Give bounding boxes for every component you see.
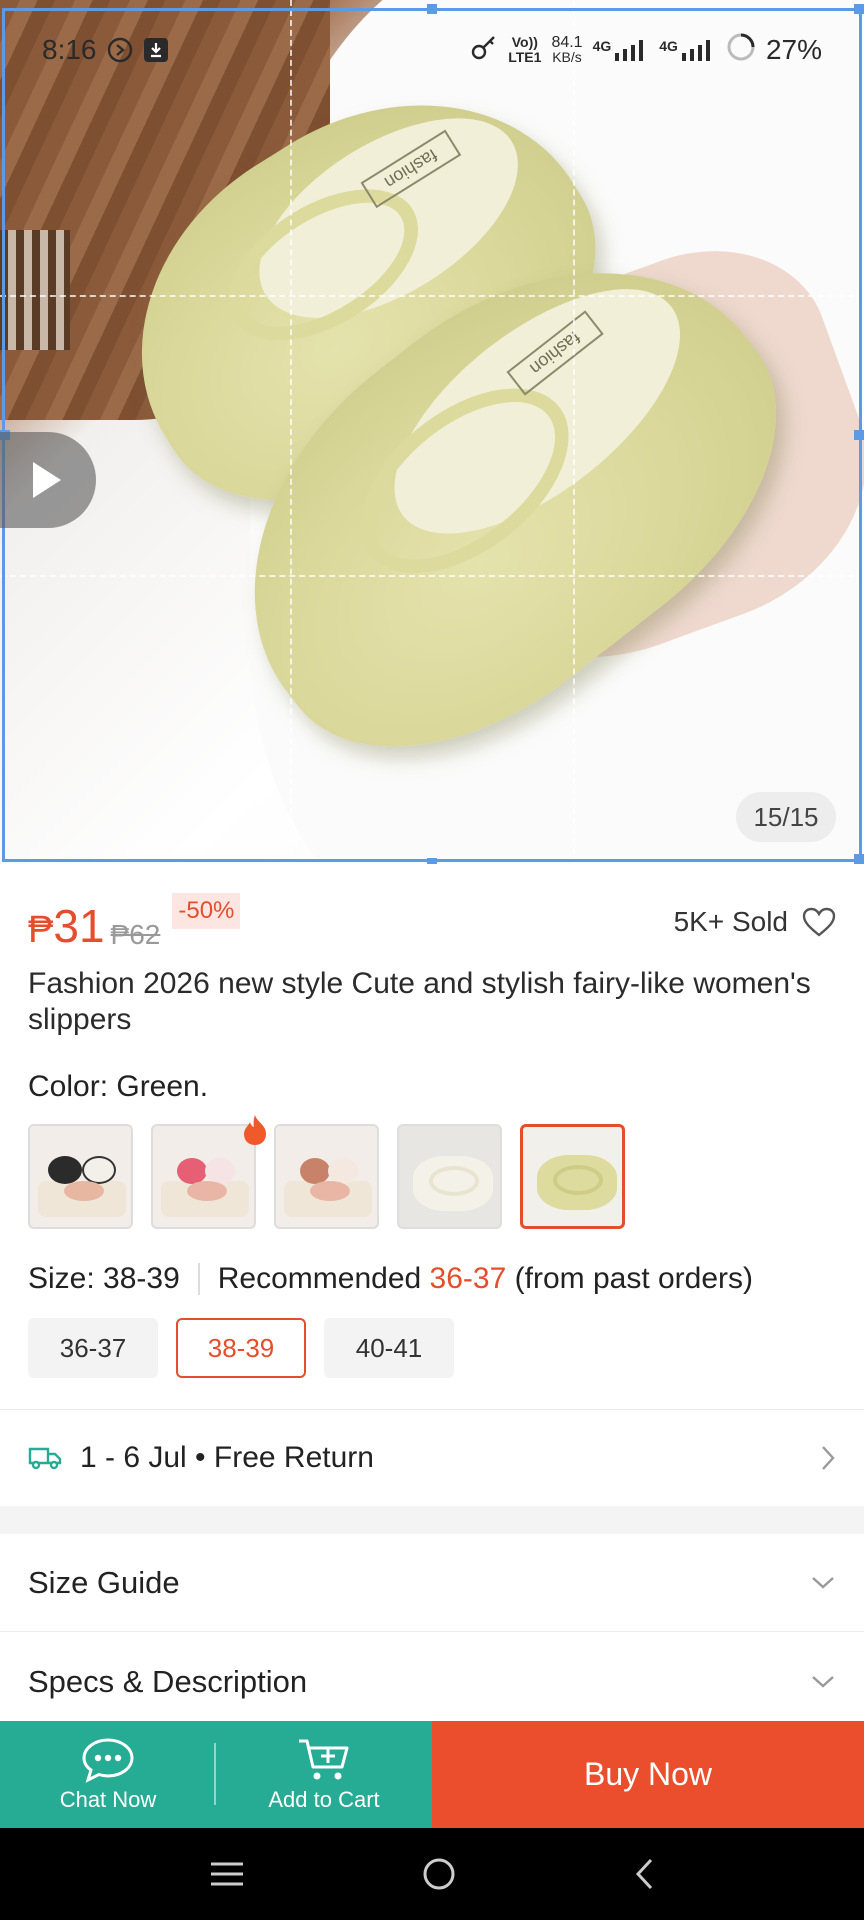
color-swatch-selected[interactable] (520, 1124, 625, 1229)
product-image[interactable]: fashion fashion (0, 0, 864, 864)
status-time: 8:16 (42, 34, 97, 65)
size-row: Size: 38-39 Recommended 36-37 (from past… (28, 1262, 848, 1296)
heart-icon[interactable] (802, 907, 836, 937)
loading-icon (726, 32, 756, 69)
color-label: Color: Green. (28, 1070, 209, 1103)
size-guide-row[interactable]: Size Guide (0, 1534, 864, 1632)
sold-count-row: 5K+ Sold (674, 906, 836, 938)
image-counter: 15/15 (736, 792, 836, 842)
cart-icon (299, 1739, 349, 1779)
battery-level: 27% (765, 34, 822, 65)
size-option-selected[interactable]: 38-39 (176, 1318, 306, 1378)
size-divider (197, 1263, 200, 1295)
back-icon[interactable] (633, 1857, 655, 1891)
sold-count: 5K+ Sold (673, 906, 788, 937)
menu-icon[interactable] (209, 1860, 245, 1888)
chat-now-button[interactable]: Chat Now (0, 1721, 216, 1828)
specs-label: Specs & Description (28, 1663, 308, 1699)
size-options: 36-37 38-39 40-41 (28, 1318, 454, 1378)
recommended-size: 36-37 (429, 1262, 507, 1295)
status-bar: 8:16 Vo)) LTE1 84.1 KB/s 4G 4G 27% (0, 0, 864, 100)
system-nav-bar (0, 1828, 864, 1920)
chat-now-label: Chat Now (59, 1786, 157, 1812)
buy-now-button[interactable]: Buy Now (432, 1721, 864, 1828)
discount-badge: -50% (172, 893, 241, 929)
volte-indicator: Vo)) LTE1 (508, 34, 542, 65)
crop-frame[interactable] (2, 8, 862, 862)
recommend-prefix: Recommended (217, 1262, 422, 1295)
crop-handle-bottom-right[interactable] (854, 854, 864, 864)
network-speed: 84.1 KB/s (551, 34, 583, 65)
color-swatch[interactable] (397, 1124, 502, 1229)
color-swatches (28, 1124, 625, 1229)
delivery-row[interactable]: 1 - 6 Jul • Free Return (0, 1410, 864, 1505)
color-swatch[interactable] (274, 1124, 379, 1229)
product-title: Fashion 2026 new style Cute and stylish … (28, 967, 811, 1036)
download-icon (143, 37, 169, 63)
action-divider (214, 1743, 216, 1805)
section-gap (0, 1506, 864, 1534)
delivery-text: 1 - 6 Jul • Free Return (80, 1440, 374, 1474)
size-option[interactable]: 40-41 (324, 1318, 454, 1378)
color-swatch[interactable] (151, 1124, 256, 1229)
crop-handle-bottom[interactable] (427, 858, 437, 864)
original-price: ₱62 (110, 919, 161, 950)
recommend-suffix: (from past orders) (514, 1262, 754, 1295)
play-icon (33, 462, 61, 498)
size-label: Size: 38-39 (28, 1262, 180, 1295)
add-to-cart-label: Add to Cart (268, 1786, 380, 1812)
chevron-down-icon (812, 1576, 834, 1589)
fire-icon (244, 1115, 266, 1145)
chevron-down-icon (812, 1675, 834, 1688)
size-option[interactable]: 36-37 (28, 1318, 158, 1378)
chevron-right-icon (822, 1445, 835, 1470)
signal-1: 4G (593, 39, 650, 61)
home-icon[interactable] (422, 1857, 456, 1891)
size-guide-label: Size Guide (28, 1564, 180, 1600)
key-icon (470, 33, 498, 68)
signal-2: 4G (659, 39, 716, 61)
current-price: ₱31 (28, 900, 105, 952)
dnd-icon (107, 37, 133, 63)
action-bar: Chat Now Add to Cart Buy Now (0, 1721, 864, 1828)
specs-row[interactable]: Specs & Description (0, 1633, 864, 1731)
chat-icon (82, 1737, 134, 1783)
crop-handle-right[interactable] (854, 430, 864, 440)
add-to-cart-button[interactable]: Add to Cart (216, 1721, 432, 1828)
truck-icon (28, 1447, 62, 1469)
color-swatch[interactable] (28, 1124, 133, 1229)
play-video-button[interactable] (0, 432, 96, 528)
